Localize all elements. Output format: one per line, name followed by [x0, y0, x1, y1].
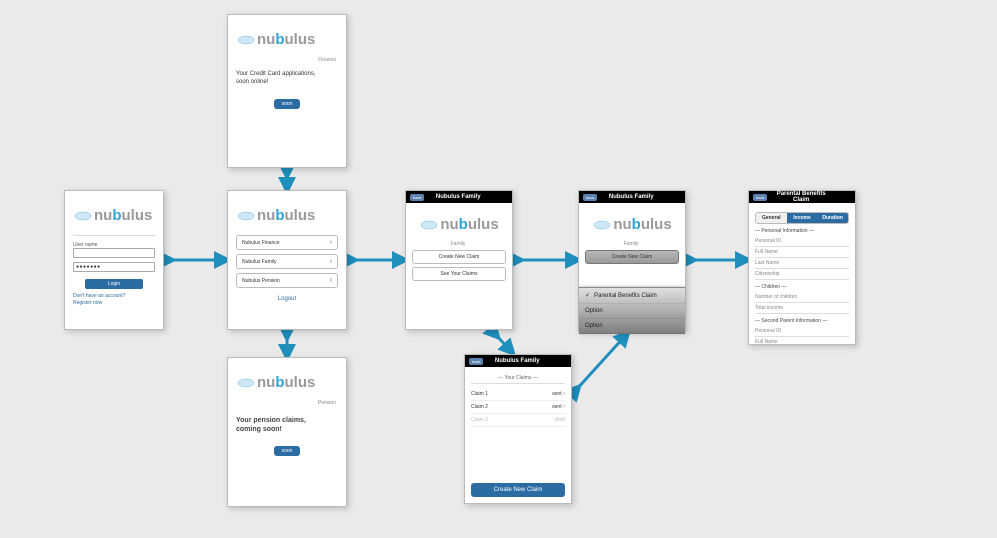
phone-family-menu: back Nubulus Family nubulus Family Creat… — [405, 190, 513, 330]
phone-title: Parental Benefits Claim — [771, 191, 831, 203]
phone-header: back Nubulus Family — [579, 191, 685, 203]
field-last-name[interactable]: Last Name — [755, 258, 849, 269]
back-button[interactable]: back — [410, 194, 424, 201]
section-children: Children — [755, 284, 849, 290]
phone-header: back Nubulus Family — [465, 355, 571, 367]
section-second-parent: Second Parent Information — [755, 318, 849, 324]
chevron-right-icon: › — [563, 404, 565, 410]
teaser-text: Your Credit Card applications,soon onlin… — [236, 71, 338, 87]
flow-canvas: nubulus Finance Your Credit Card applica… — [0, 0, 997, 538]
claim-type-dropdown: Parental Benefits Claim Option Option — [579, 287, 685, 334]
card-hub: nubulus Nubulus Finance› Nubulus Family›… — [227, 190, 347, 330]
field-sp-personal-id[interactable]: Personal ID — [755, 326, 849, 337]
dropdown-option[interactable]: Option — [579, 319, 685, 334]
field-full-name[interactable]: Full Name — [755, 247, 849, 258]
teaser-button[interactable]: soon — [274, 99, 301, 109]
claim-row[interactable]: Claim 2sent › — [471, 401, 565, 414]
card-finance-teaser: nubulus Finance Your Credit Card applica… — [227, 14, 347, 168]
logo: nubulus — [585, 211, 679, 237]
phone-family-dropdown: back Nubulus Family nubulus Family Creat… — [578, 190, 686, 332]
nav-family[interactable]: Nubulus Family› — [236, 254, 338, 269]
register-link[interactable]: Don't have an account?Register now — [73, 293, 155, 307]
chevron-right-icon: › — [330, 239, 332, 246]
field-num-children[interactable]: Number of children — [755, 292, 849, 303]
field-personal-id[interactable]: Personal ID — [755, 236, 849, 247]
back-button[interactable]: back — [469, 358, 483, 365]
form-tabs: General Income Duration — [755, 212, 849, 224]
logo-subtitle: Finance — [236, 57, 336, 63]
dropdown-option-selected[interactable]: Parental Benefits Claim — [579, 288, 685, 304]
chevron-right-icon: › — [330, 277, 332, 284]
section-personal: Personal Information — [755, 228, 849, 234]
claim-row[interactable]: Claim 3draft — [471, 414, 565, 427]
phone-title: Nubulus Family — [601, 194, 661, 200]
password-input[interactable]: ●●●●●●● — [73, 262, 155, 272]
logo: nubulus — [236, 368, 338, 396]
field-citizenship[interactable]: Citizenship — [755, 269, 849, 280]
claim-row[interactable]: Claim 1sent › — [471, 388, 565, 401]
phone-header: back Parental Benefits Claim — [749, 191, 855, 203]
phone-claims-list: back Nubulus Family — Your Claims — Clai… — [464, 354, 572, 504]
list-header: — Your Claims — — [471, 375, 565, 384]
logo: nubulus — [412, 211, 506, 237]
logo-subtitle: Pension — [236, 400, 336, 406]
nav-pension[interactable]: Nubulus Pension› — [236, 273, 338, 288]
logo: nubulus — [236, 25, 338, 53]
chevron-right-icon: › — [563, 391, 565, 397]
phone-claim-form: back Parental Benefits Claim General Inc… — [748, 190, 856, 345]
phone-title: Nubulus Family — [428, 194, 488, 200]
logo: nubulus — [73, 201, 155, 229]
create-claim-select[interactable]: Create New Claim — [585, 250, 679, 264]
chevron-right-icon: › — [330, 258, 332, 265]
login-button[interactable]: Login — [85, 279, 142, 289]
back-button[interactable]: back — [753, 194, 767, 201]
nav-finance[interactable]: Nubulus Finance› — [236, 235, 338, 250]
logo: nubulus — [236, 201, 338, 229]
field-sp-full-name[interactable]: Full Name — [755, 337, 849, 348]
dropdown-option[interactable]: Option — [579, 304, 685, 319]
field-total-income[interactable]: Total income — [755, 303, 849, 314]
logout-link[interactable]: Logout — [236, 296, 338, 302]
phone-title: Nubulus Family — [487, 358, 547, 364]
tab-duration[interactable]: Duration — [817, 213, 848, 223]
create-claim-button[interactable]: Create New Claim — [412, 250, 506, 264]
see-claims-button[interactable]: See Your Claims — [412, 267, 506, 281]
tab-general[interactable]: General — [756, 213, 787, 223]
logo-subtitle: Family — [585, 241, 677, 247]
card-login: nubulus User name ●●●●●●● Login Don't ha… — [64, 190, 164, 330]
logo-subtitle: Family — [412, 241, 504, 247]
tab-income[interactable]: Income — [787, 213, 818, 223]
back-button[interactable]: back — [583, 194, 597, 201]
teaser-button[interactable]: soon — [274, 446, 301, 456]
teaser-text: Your pension claims,coming soon! — [236, 416, 338, 434]
phone-header: back Nubulus Family — [406, 191, 512, 203]
username-input[interactable] — [73, 248, 155, 258]
create-new-claim-button[interactable]: Create New Claim — [471, 483, 565, 497]
card-pension-teaser: nubulus Pension Your pension claims,comi… — [227, 357, 347, 507]
